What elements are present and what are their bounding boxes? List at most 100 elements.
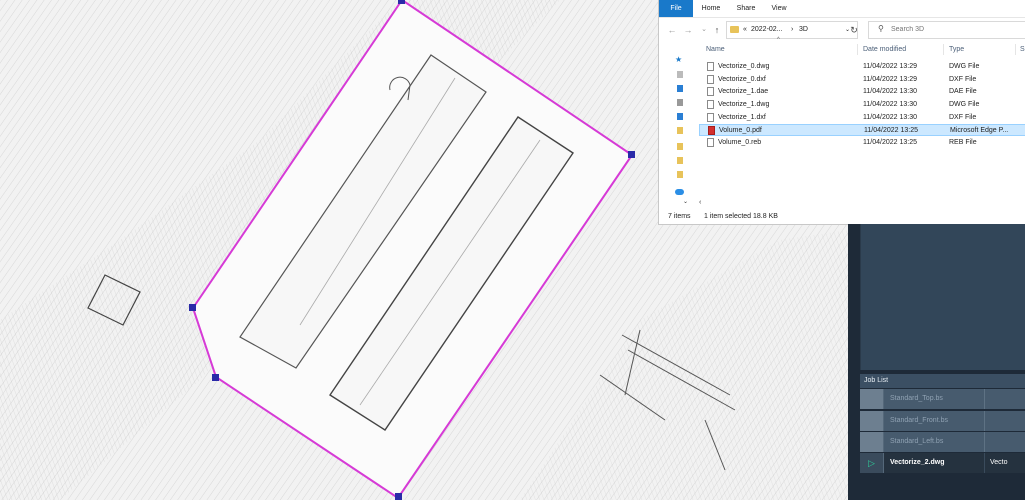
file-explorer-window: File Home Share View ← → ⌄ ↑ « 2022-02..…: [658, 0, 1025, 225]
file-name: Vectorize_0.dwg: [718, 63, 770, 70]
file-date: 11/04/2022 13:25: [864, 127, 918, 134]
file-row[interactable]: Vectorize_0.dwg 11/04/2022 13:29 DWG Fil…: [699, 61, 1025, 73]
tab-home[interactable]: Home: [699, 0, 723, 17]
file-name: Vectorize_1.dwg: [718, 101, 770, 108]
file-icon: [707, 87, 714, 96]
file-date: 11/04/2022 13:25: [863, 139, 917, 146]
play-icon: ▷: [860, 453, 884, 473]
forward-arrow-icon[interactable]: →: [681, 22, 695, 38]
recent-dropdown-icon[interactable]: ⌄: [697, 22, 711, 38]
job-item-active[interactable]: ▷ Vectorize_2.dwg Vecto: [860, 453, 1025, 473]
scroll-left-icon[interactable]: ‹: [699, 199, 701, 206]
folder-icon[interactable]: [677, 171, 683, 178]
vertex-handle[interactable]: [189, 304, 196, 311]
vertex-handle[interactable]: [398, 0, 405, 4]
ribbon: File Home Share View: [659, 0, 1025, 18]
folder-icon[interactable]: [677, 127, 683, 134]
status-bar: 7 items 1 item selected 18.8 KB: [659, 210, 1025, 224]
file-type: DXF File: [949, 114, 977, 121]
file-row[interactable]: Vectorize_1.dwg 11/04/2022 13:30 DWG Fil…: [699, 99, 1025, 111]
file-name: Vectorize_1.dae: [718, 88, 769, 95]
file-type: DWG File: [949, 63, 980, 70]
file-type: DXF File: [949, 76, 977, 83]
column-header-type[interactable]: Type: [949, 43, 964, 56]
file-date: 11/04/2022 13:29: [863, 76, 917, 83]
address-bar-row: ← → ⌄ ↑ « 2022-02... › 3D ⌄ ↻ ⚲: [659, 19, 1025, 41]
column-header-date[interactable]: Date modified: [863, 43, 906, 56]
job-file-icon: [860, 432, 884, 452]
breadcrumb-current[interactable]: 3D: [799, 22, 808, 38]
file-type: Microsoft Edge P...: [950, 127, 1009, 134]
file-name: Vectorize_1.dxf: [718, 114, 766, 121]
file-row[interactable]: Volume_0.reb 11/04/2022 13:25 REB File: [699, 137, 1025, 149]
breadcrumb-parent[interactable]: 2022-02...: [751, 22, 783, 38]
quick-access-star-icon[interactable]: ★: [675, 55, 685, 65]
up-arrow-icon[interactable]: ↑: [710, 22, 724, 38]
tab-view[interactable]: View: [769, 0, 789, 17]
file-row-selected[interactable]: Volume_0.pdf 11/04/2022 13:25 Microsoft …: [699, 124, 1025, 136]
nav-item-icon[interactable]: [677, 99, 683, 106]
job-list-header: Job List: [860, 374, 1025, 388]
panel-view-area: [860, 224, 1025, 370]
file-date: 11/04/2022 13:30: [863, 88, 917, 95]
search-input[interactable]: [891, 23, 1021, 35]
item-count: 7 items: [668, 213, 691, 220]
nav-item-icon[interactable]: [677, 113, 683, 120]
file-name: Vectorize_0.dxf: [718, 76, 766, 83]
file-name: Volume_0.reb: [718, 139, 762, 146]
file-name: Volume_0.pdf: [719, 127, 762, 134]
file-icon: [707, 75, 714, 84]
job-name: Standard_Front.bs: [890, 417, 948, 424]
file-date: 11/04/2022 13:30: [863, 101, 917, 108]
column-divider[interactable]: [1015, 44, 1016, 55]
job-column: [984, 389, 1025, 409]
folder-icon[interactable]: [677, 157, 683, 164]
breadcrumb-separator: ›: [791, 26, 794, 33]
job-name: Vectorize_2.dwg: [890, 459, 945, 466]
folder-icon: [730, 26, 739, 33]
nav-item-icon[interactable]: [677, 85, 683, 92]
pdf-icon: [708, 126, 715, 135]
job-name: Standard_Left.bs: [890, 438, 944, 445]
search-icon: ⚲: [878, 24, 884, 33]
nav-item-icon[interactable]: [677, 71, 683, 78]
file-type: REB File: [949, 139, 977, 146]
job-list-title: Job List: [864, 377, 889, 384]
job-item[interactable]: Standard_Front.bs: [860, 411, 1025, 431]
vertex-handle[interactable]: [395, 493, 402, 500]
column-header-name[interactable]: Name: [706, 43, 725, 56]
file-icon: [707, 138, 714, 147]
tab-file[interactable]: File: [659, 0, 693, 17]
vertex-handle[interactable]: [212, 374, 219, 381]
folder-icon[interactable]: [677, 143, 683, 150]
file-icon: [707, 62, 714, 71]
navigation-pane: ★: [659, 43, 689, 203]
file-row[interactable]: Vectorize_0.dxf 11/04/2022 13:29 DXF Fil…: [699, 74, 1025, 86]
job-output: Vecto: [990, 459, 1008, 466]
job-column: [984, 411, 1025, 431]
back-arrow-icon[interactable]: ←: [665, 22, 679, 38]
file-row[interactable]: Vectorize_1.dae 11/04/2022 13:30 DAE Fil…: [699, 86, 1025, 98]
refresh-icon[interactable]: ↻: [847, 22, 861, 38]
search-box[interactable]: ⚲: [868, 21, 1025, 39]
job-item[interactable]: Standard_Left.bs: [860, 432, 1025, 452]
file-list: Name Date modified Type S Vectorize_0.dw…: [699, 43, 1025, 201]
vertex-handle[interactable]: [628, 151, 635, 158]
tab-share[interactable]: Share: [733, 0, 759, 17]
job-file-icon: [860, 389, 884, 409]
onedrive-cloud-icon[interactable]: [675, 189, 684, 195]
column-header-size[interactable]: S: [1020, 43, 1025, 56]
breadcrumb-overflow[interactable]: «: [743, 22, 747, 38]
column-divider[interactable]: [943, 44, 944, 55]
file-row[interactable]: Vectorize_1.dxf 11/04/2022 13:30 DXF Fil…: [699, 112, 1025, 124]
file-type: DAE File: [949, 88, 977, 95]
file-icon: [707, 113, 714, 122]
job-file-icon: [860, 411, 884, 431]
horizontal-scrollbar[interactable]: ‹: [699, 199, 1025, 209]
selection-info: 1 item selected 18.8 KB: [704, 213, 778, 220]
column-divider[interactable]: [857, 44, 858, 55]
scroll-down-icon[interactable]: ⌄: [683, 198, 688, 205]
address-bar[interactable]: « 2022-02... › 3D ⌄: [726, 21, 858, 39]
file-type: DWG File: [949, 101, 980, 108]
job-item[interactable]: Standard_Top.bs: [860, 389, 1025, 409]
